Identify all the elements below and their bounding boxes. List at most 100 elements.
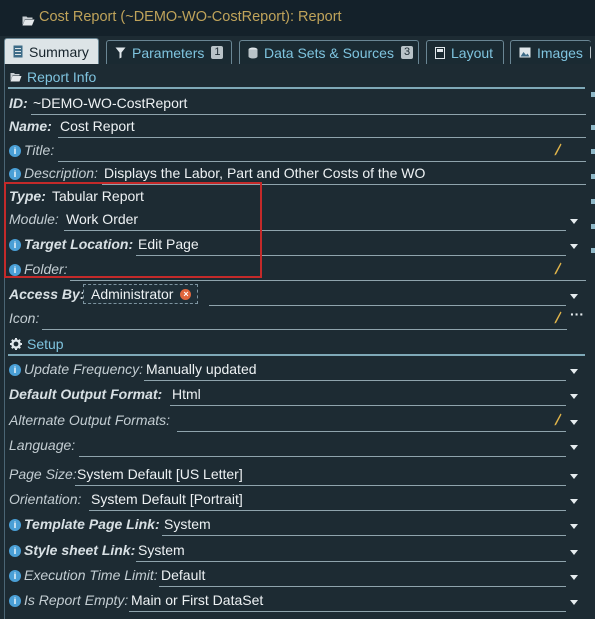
default-output-format-label: Default Output Format: (9, 386, 163, 402)
tab-summary[interactable]: Summary (4, 38, 99, 64)
info-icon[interactable]: i (9, 519, 21, 531)
info-icon[interactable]: i (9, 168, 21, 180)
template-page-link-label: i Template Page Link: (9, 516, 160, 532)
pencil-icon[interactable] (554, 262, 562, 280)
adjacent-pane-edge (591, 224, 595, 229)
summary-panel: Report Info ID: ~DEMO-WO-CostReport Name… (0, 64, 595, 619)
chevron-down-icon[interactable] (570, 524, 578, 529)
adjacent-pane-edge (591, 248, 595, 253)
section-report-info[interactable]: Report Info (10, 66, 96, 88)
pencil-icon[interactable] (554, 143, 562, 161)
chevron-down-icon[interactable] (570, 445, 578, 450)
access-role-chip[interactable]: Administrator × (83, 284, 199, 304)
window-titlebar: Cost Report (~DEMO-WO-CostReport): Repor… (0, 0, 595, 36)
field-language: Language: (9, 435, 587, 457)
tab-images-label: Images (537, 44, 583, 61)
adjacent-pane-edge (591, 199, 595, 204)
tab-parameters[interactable]: Parameters 1 (106, 40, 232, 64)
gear-icon (10, 338, 22, 350)
id-underline (31, 114, 586, 115)
id-label: ID: (9, 95, 28, 111)
folder-open-icon (10, 72, 22, 82)
icon-label: Icon: (9, 310, 40, 326)
section-report-info-title: Report Info (27, 69, 97, 85)
field-style-sheet-link: i Style sheet Link: System (9, 540, 587, 562)
chevron-down-icon[interactable] (570, 550, 578, 555)
field-update-frequency: i Update Frequency: Manually updated (9, 359, 587, 381)
tab-parameters-label: Parameters (132, 44, 205, 61)
language-label: Language: (9, 437, 76, 453)
template-page-link-select[interactable]: System (164, 516, 211, 532)
is-report-empty-label: i Is Report Empty: (9, 592, 128, 608)
alternate-output-formats-label: Alternate Output Formats: (9, 412, 171, 428)
field-alternate-output-formats: Alternate Output Formats: (9, 410, 587, 432)
chevron-down-icon[interactable] (570, 244, 578, 249)
description-input[interactable]: Displays the Labor, Part and Other Costs… (104, 165, 425, 181)
more-icon[interactable]: ··· (570, 306, 584, 322)
section-divider (8, 354, 585, 356)
pencil-icon[interactable] (554, 311, 562, 329)
name-input[interactable]: Cost Report (60, 118, 135, 134)
field-title: i Title: (9, 140, 587, 162)
style-sheet-link-select[interactable]: System (138, 542, 185, 558)
description-label: i Description: (9, 165, 98, 181)
funnel-icon (115, 47, 126, 59)
chevron-down-icon[interactable] (570, 294, 578, 299)
chevron-down-icon[interactable] (570, 499, 578, 504)
execution-time-limit-select[interactable]: Default (161, 567, 205, 583)
alternate-output-formats-underline (177, 431, 566, 432)
tab-summary-label: Summary (29, 43, 89, 60)
field-orientation: Orientation: System Default [Portrait] (9, 489, 587, 511)
orientation-select[interactable]: System Default [Portrait] (91, 491, 243, 507)
highlight-box (4, 182, 262, 278)
field-default-output-format: Default Output Format: Html (9, 384, 587, 406)
window-title: Cost Report (~DEMO-WO-CostReport): Repor… (39, 9, 342, 25)
is-report-empty-select[interactable]: Main or First DataSet (131, 592, 263, 608)
remove-icon[interactable]: × (180, 288, 192, 300)
field-template-page-link: i Template Page Link: System (9, 514, 587, 536)
section-setup-title: Setup (27, 336, 64, 352)
template-page-link-underline (162, 535, 566, 536)
chevron-down-icon[interactable] (570, 219, 578, 224)
chevron-down-icon[interactable] (570, 369, 578, 374)
id-value[interactable]: ~DEMO-WO-CostReport (33, 95, 187, 111)
page-size-select[interactable]: System Default [US Letter] (77, 466, 243, 482)
tab-images-badge: 0 (589, 46, 591, 59)
chevron-down-icon[interactable] (570, 575, 578, 580)
style-sheet-link-label: i Style sheet Link: (9, 542, 135, 558)
tab-data-sets-label: Data Sets & Sources (264, 44, 394, 61)
chevron-down-icon[interactable] (570, 474, 578, 479)
tab-images[interactable]: Images 0 (510, 40, 591, 64)
chevron-down-icon[interactable] (570, 420, 578, 425)
update-frequency-select[interactable]: Manually updated (146, 361, 257, 377)
orientation-underline (89, 510, 566, 511)
execution-time-limit-label: i Execution Time Limit: (9, 567, 158, 583)
title-underline (58, 161, 586, 162)
default-output-format-select[interactable]: Html (172, 386, 201, 402)
page-size-label: Page Size: (9, 466, 77, 482)
tab-data-sets-sources[interactable]: Data Sets & Sources 3 (239, 40, 419, 64)
info-icon[interactable]: i (9, 545, 21, 557)
adjacent-pane-edge (591, 92, 595, 97)
section-setup[interactable]: Setup (10, 333, 64, 355)
info-icon[interactable]: i (9, 595, 21, 607)
update-frequency-underline (144, 380, 566, 381)
name-label: Name: (9, 118, 52, 134)
icon-underline (42, 329, 567, 330)
info-icon[interactable]: i (9, 570, 21, 582)
title-label: i Title: (9, 142, 54, 158)
pencil-icon[interactable] (554, 413, 562, 431)
tab-layout[interactable]: Layout (426, 40, 504, 64)
layout-icon (435, 46, 445, 59)
orientation-label: Orientation: (9, 491, 82, 507)
folder-open-icon (22, 13, 35, 31)
default-output-format-underline (170, 405, 566, 406)
chevron-down-icon[interactable] (570, 600, 578, 605)
info-icon[interactable]: i (9, 364, 21, 376)
info-icon[interactable]: i (9, 145, 21, 157)
field-id: ID: ~DEMO-WO-CostReport (9, 93, 587, 115)
tab-data-sets-badge: 3 (400, 46, 414, 59)
folder-underline (70, 280, 586, 281)
chevron-down-icon[interactable] (570, 394, 578, 399)
field-execution-time-limit: i Execution Time Limit: Default (9, 565, 587, 587)
